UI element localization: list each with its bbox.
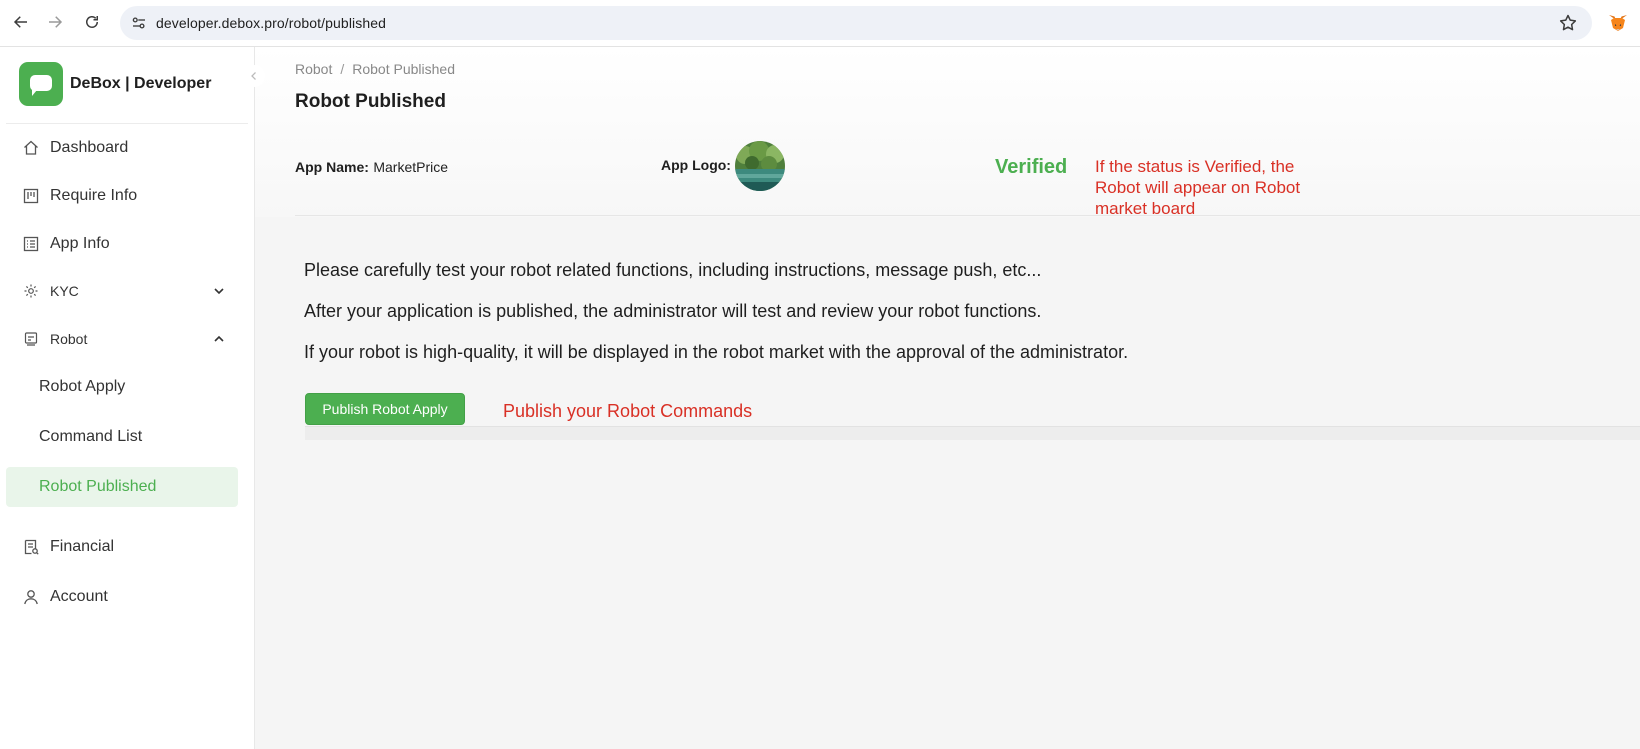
sidebar-item-robot-published[interactable]: Robot Published bbox=[6, 467, 238, 507]
kanban-icon bbox=[22, 187, 40, 205]
sidebar-item-label: Account bbox=[50, 588, 108, 605]
info-paragraph: After your application is published, the… bbox=[304, 301, 1042, 321]
status-badge: Verified bbox=[995, 156, 1068, 178]
sidebar-item-label: Robot Published bbox=[39, 478, 157, 495]
breadcrumb-current: Robot Published bbox=[352, 61, 455, 77]
publish-annotation: Publish your Robot Commands bbox=[503, 401, 753, 421]
info-paragraph: If your robot is high-quality, it will b… bbox=[304, 342, 1129, 362]
sidebar-item-label: App Info bbox=[50, 235, 110, 252]
gear-icon bbox=[22, 282, 40, 300]
sidebar-item-account[interactable]: Account bbox=[6, 577, 238, 617]
content-footer-divider bbox=[305, 426, 1640, 440]
chevron-down-icon bbox=[214, 288, 224, 295]
list-icon bbox=[22, 235, 40, 253]
sidebar-divider bbox=[6, 123, 248, 124]
reload-button[interactable] bbox=[80, 10, 104, 34]
breadcrumb-robot[interactable]: Robot bbox=[295, 61, 332, 77]
address-bar[interactable]: developer.debox.pro/robot/published bbox=[120, 6, 1592, 40]
browser-toolbar: developer.debox.pro/robot/published bbox=[0, 0, 1640, 47]
chevron-up-icon bbox=[214, 335, 224, 342]
header-divider bbox=[295, 215, 1640, 216]
arrow-right-icon bbox=[49, 16, 63, 28]
sidebar-item-dashboard[interactable]: Dashboard bbox=[6, 128, 238, 168]
sidebar-item-label: Command List bbox=[39, 428, 143, 445]
sidebar-item-label: Require Info bbox=[50, 187, 138, 204]
sidebar-item-label: Robot bbox=[50, 331, 88, 347]
sidebar-item-require-info[interactable]: Require Info bbox=[6, 176, 238, 216]
app-logo-image bbox=[735, 141, 785, 191]
sidebar-item-label: Robot Apply bbox=[39, 378, 126, 395]
reload-icon bbox=[86, 16, 98, 28]
sidebar-item-label: Dashboard bbox=[50, 139, 129, 156]
sidebar-item-kyc[interactable]: KYC bbox=[6, 271, 238, 311]
page-title: Robot Published bbox=[295, 91, 446, 112]
sidebar-item-label: Financial bbox=[50, 538, 115, 555]
receipt-icon bbox=[22, 538, 40, 556]
sidebar-item-financial[interactable]: Financial bbox=[6, 527, 238, 567]
app-name-label: App Name: bbox=[295, 159, 369, 175]
breadcrumb-separator: / bbox=[340, 61, 345, 77]
app-name-value: MarketPrice bbox=[373, 159, 449, 175]
metamask-extension-icon[interactable] bbox=[1606, 11, 1630, 35]
sidebar-item-command-list[interactable]: Command List bbox=[6, 417, 238, 457]
chevron-left-icon bbox=[251, 72, 256, 80]
breadcrumb: Robot / Robot Published bbox=[295, 61, 455, 77]
bookmark-star-icon[interactable] bbox=[1558, 13, 1578, 33]
sidebar-item-robot[interactable]: Robot bbox=[6, 319, 238, 359]
sidebar-item-robot-apply[interactable]: Robot Apply bbox=[6, 367, 238, 407]
sidebar-item-label: KYC bbox=[50, 283, 79, 299]
debox-logo bbox=[19, 62, 63, 106]
arrow-left-icon bbox=[13, 16, 27, 28]
brand-name: DeBox | Developer bbox=[70, 75, 212, 92]
user-icon bbox=[22, 588, 40, 606]
status-annotation: If the status is Verified, the Robot wil… bbox=[1095, 157, 1301, 218]
app-name-field: App Name: MarketPrice bbox=[295, 159, 448, 177]
publish-robot-apply-button[interactable]: Publish Robot Apply bbox=[305, 393, 465, 425]
info-paragraph: Please carefully test your robot related… bbox=[304, 260, 1042, 280]
url-text[interactable]: developer.debox.pro/robot/published bbox=[156, 15, 386, 31]
back-button[interactable] bbox=[9, 10, 33, 34]
robot-icon bbox=[22, 330, 40, 348]
main-content: Robot / Robot Published Robot Published Ap… bbox=[255, 47, 1640, 749]
app-logo-label: App Logo: bbox=[661, 157, 731, 173]
site-settings-icon[interactable] bbox=[130, 14, 148, 32]
page-header: Robot / Robot Published Robot Published Ap… bbox=[255, 47, 1640, 218]
sidebar: DeBox | Developer Dashboard Require Info… bbox=[0, 47, 265, 749]
home-icon bbox=[22, 139, 40, 157]
sidebar-item-app-info[interactable]: App Info bbox=[6, 224, 238, 264]
collapse-sidebar-button[interactable] bbox=[243, 65, 265, 87]
forward-button[interactable] bbox=[43, 10, 67, 34]
